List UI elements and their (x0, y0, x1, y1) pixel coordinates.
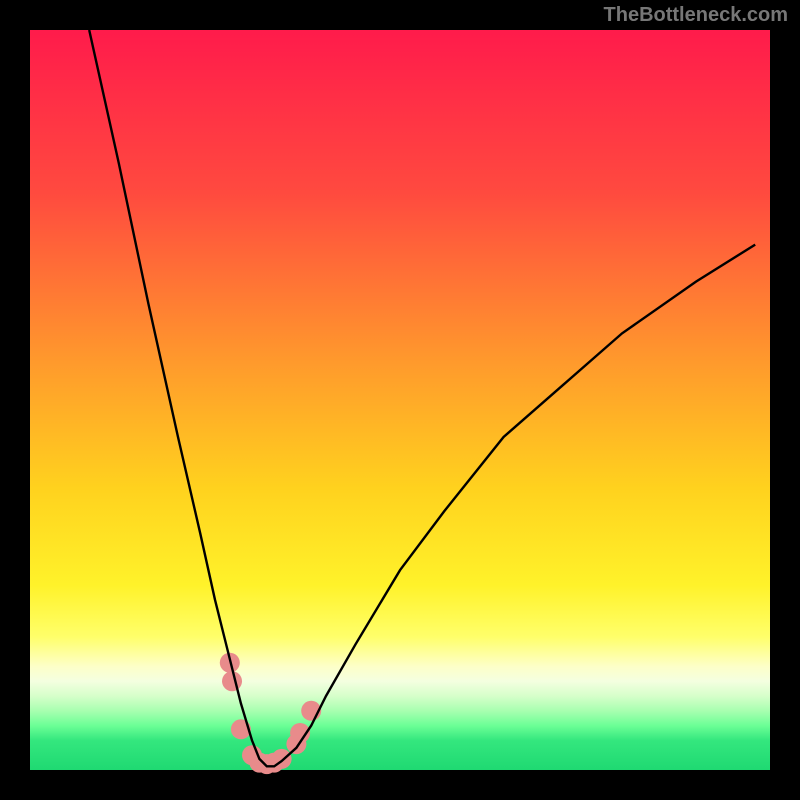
watermark-text: TheBottleneck.com (604, 4, 788, 27)
curve-marker (222, 671, 242, 691)
plot-background (30, 30, 770, 770)
bottleneck-chart (0, 0, 800, 800)
